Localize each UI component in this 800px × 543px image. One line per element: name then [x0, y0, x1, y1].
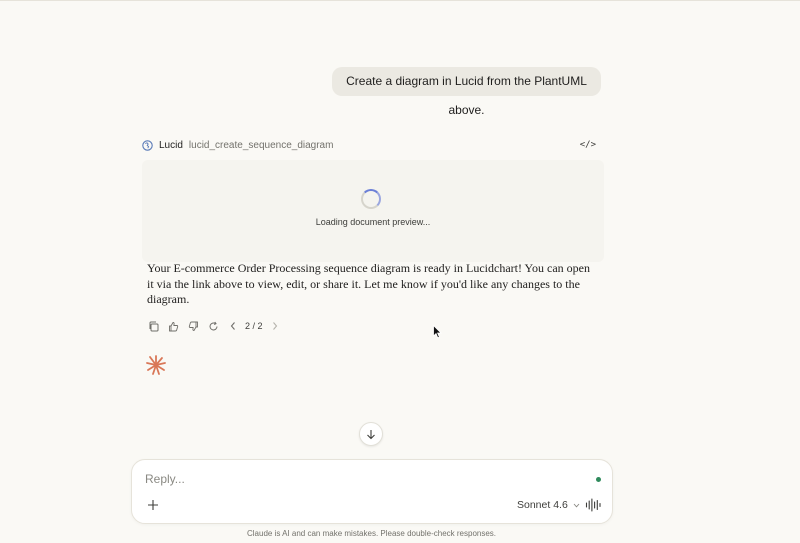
- reply-input[interactable]: [145, 470, 565, 488]
- scroll-to-bottom-button[interactable]: [359, 422, 383, 446]
- version-counter: 2 / 2: [245, 321, 263, 331]
- document-preview: Loading document preview...: [142, 160, 604, 262]
- retry-icon[interactable]: [206, 319, 220, 333]
- tool-app-name: Lucid: [159, 139, 183, 151]
- thumbs-down-icon[interactable]: [186, 319, 200, 333]
- top-divider: [0, 0, 800, 1]
- mouse-cursor-icon: [433, 324, 442, 339]
- status-indicator: [596, 477, 601, 482]
- disclaimer-text: Claude is AI and can make mistakes. Plea…: [246, 529, 497, 538]
- model-selector[interactable]: Sonnet 4.6: [517, 498, 580, 512]
- assistant-message: Your E-commerce Order Processing sequenc…: [147, 261, 590, 306]
- copy-icon[interactable]: [146, 319, 160, 333]
- model-name: Sonnet 4.6: [517, 499, 568, 511]
- voice-input-button[interactable]: [584, 497, 602, 513]
- user-message: Create a diagram in Lucid from the Plant…: [332, 67, 601, 117]
- loading-text: Loading document preview...: [315, 217, 431, 227]
- previous-version-icon[interactable]: [226, 319, 240, 333]
- chevron-down-icon: [573, 503, 580, 508]
- next-version-icon[interactable]: [268, 319, 282, 333]
- loading-spinner-icon: [361, 189, 381, 209]
- message-actions: 2 / 2: [146, 319, 288, 333]
- message-composer: Sonnet 4.6: [131, 459, 613, 524]
- voice-waveform-icon: [585, 498, 601, 512]
- tool-call-header[interactable]: Lucid lucid_create_sequence_diagram </>: [142, 137, 604, 153]
- thumbs-up-icon[interactable]: [166, 319, 180, 333]
- globe-icon: [142, 139, 153, 151]
- plus-icon: [147, 499, 159, 511]
- add-attachment-button[interactable]: [144, 496, 162, 514]
- arrow-down-icon: [366, 429, 376, 440]
- claude-logo-icon: [145, 354, 167, 376]
- tool-function-name: lucid_create_sequence_diagram: [188, 139, 334, 151]
- code-icon[interactable]: </>: [580, 140, 596, 150]
